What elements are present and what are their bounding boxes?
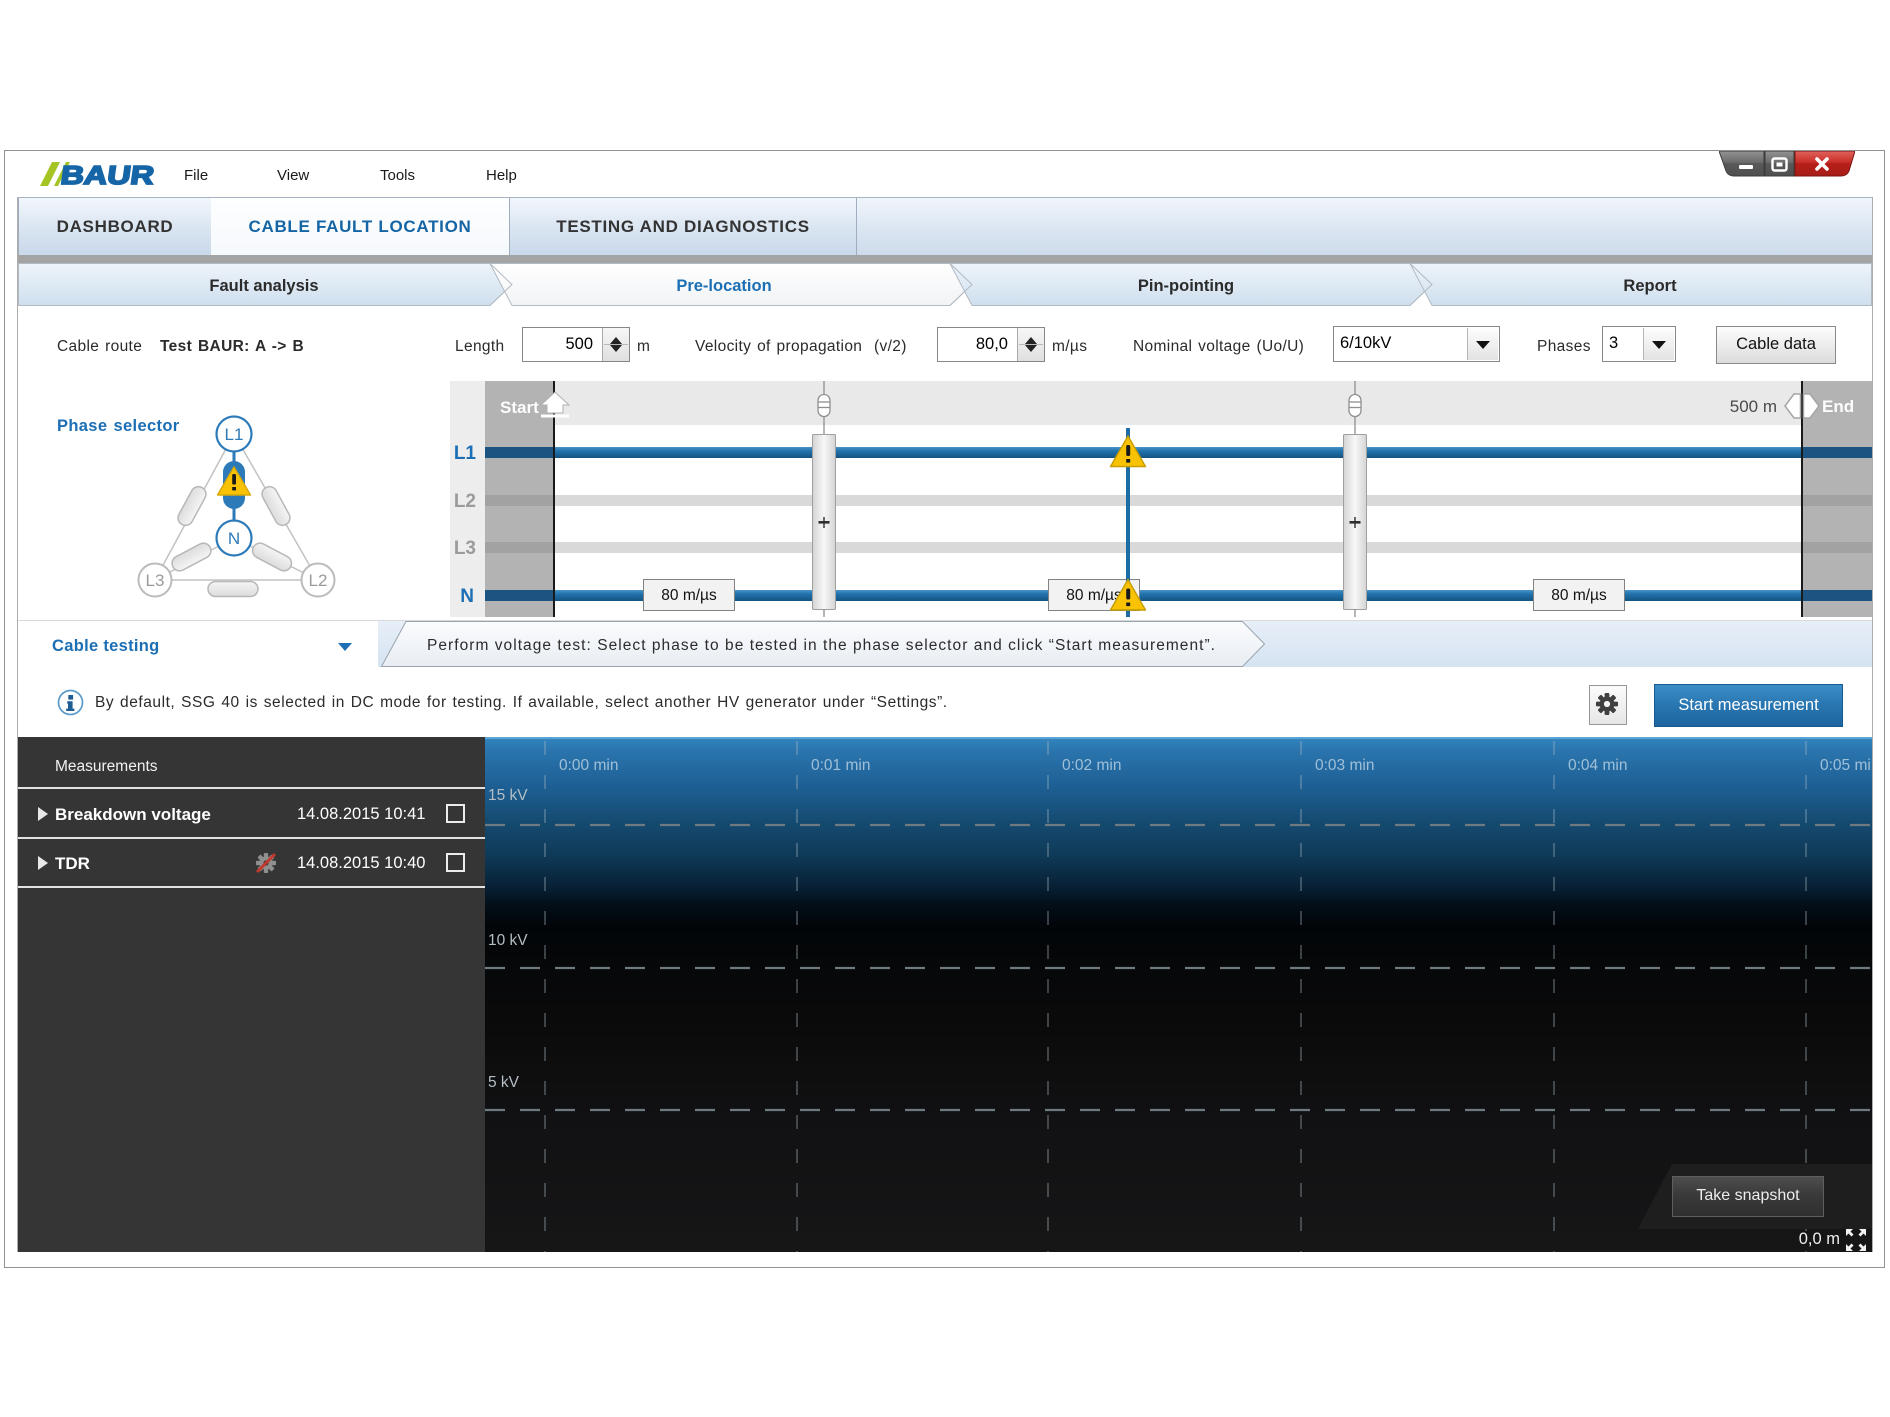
svg-text:5 kV: 5 kV [488,1074,520,1091]
svg-text:80 m/µs: 80 m/µs [1066,587,1122,604]
svg-text:End: End [1822,397,1854,416]
svg-text:N: N [228,529,240,548]
svg-text:L1: L1 [225,425,244,444]
svg-text:15 kV: 15 kV [488,787,528,804]
svg-text:L3: L3 [146,571,165,590]
svg-text:10 kV: 10 kV [488,932,528,949]
svg-text:0:02 min: 0:02 min [1062,757,1121,774]
svg-text:80 m/µs: 80 m/µs [1551,587,1607,604]
svg-text:L1: L1 [454,443,477,464]
svg-text:Start: Start [500,398,539,417]
svg-text:BAUR: BAUR [59,161,156,187]
svg-text:0:03 min: 0:03 min [1315,757,1374,774]
svg-text:0:00 min: 0:00 min [559,757,618,774]
svg-text:Perform voltage test: Select p: Perform voltage test: Select phase to be… [427,637,1215,654]
svg-text:Pin-pointing: Pin-pointing [1138,277,1234,295]
svg-text:L2: L2 [454,491,476,512]
svg-text:Report: Report [1623,277,1677,295]
svg-text:80 m/µs: 80 m/µs [661,587,717,604]
svg-text:0:05 min: 0:05 min [1820,757,1872,774]
svg-text:Pre-location: Pre-location [676,277,771,295]
svg-text:N: N [460,586,474,607]
svg-text:L3: L3 [454,538,476,559]
svg-text:0:04 min: 0:04 min [1568,757,1627,774]
svg-text:Fault analysis: Fault analysis [209,277,318,295]
svg-text:0:01 min: 0:01 min [811,757,870,774]
svg-text:500 m: 500 m [1730,397,1777,416]
svg-text:L2: L2 [309,571,328,590]
